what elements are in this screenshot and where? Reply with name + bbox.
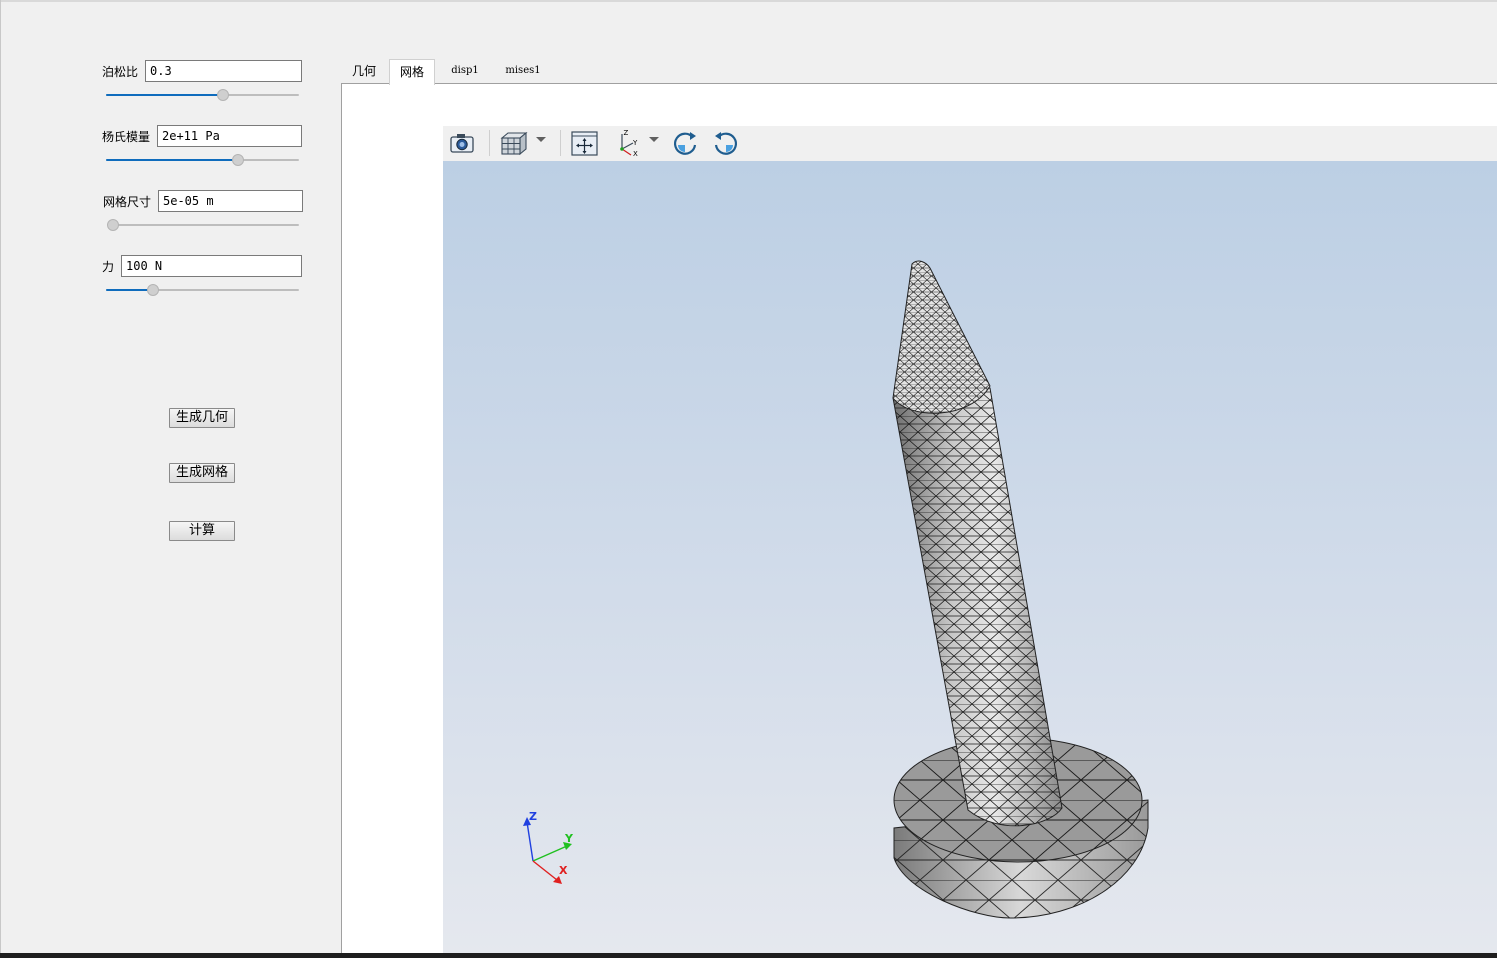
axes-orientation-icon[interactable]: Z Y X	[614, 129, 644, 158]
young-modulus-input[interactable]: 2e+11 Pa	[157, 125, 302, 147]
slider-fill	[106, 94, 218, 96]
slider-groove	[108, 224, 299, 226]
young-modulus-label: 杨氏模量	[102, 130, 151, 144]
poisson-slider[interactable]	[106, 89, 299, 101]
slider-handle[interactable]	[232, 154, 244, 166]
slider-fill	[106, 159, 233, 161]
svg-text:X: X	[633, 150, 638, 157]
mesh-shaft	[892, 387, 1063, 827]
svg-text:Z: Z	[624, 129, 629, 137]
axis-y-label: Y	[564, 832, 574, 845]
slider-handle[interactable]	[147, 284, 159, 296]
slider-fill	[106, 289, 148, 291]
tab-mesh[interactable]: 网格	[389, 59, 435, 85]
rotate-clockwise-icon[interactable]	[670, 129, 700, 157]
force-label: 力	[102, 260, 115, 274]
rotate-counterclockwise-icon[interactable]	[711, 129, 741, 157]
axis-x-label: X	[559, 864, 568, 877]
generate-geometry-button[interactable]: 生成几何	[169, 408, 235, 428]
toolbar-separator	[489, 130, 490, 156]
window-bottom-border	[0, 953, 1497, 958]
mesh-tip	[892, 260, 991, 414]
generate-mesh-button[interactable]: 生成网格	[169, 463, 235, 483]
svg-text:Y: Y	[632, 139, 638, 147]
axes-dropdown-icon[interactable]	[649, 137, 659, 142]
axes-triad: Z Y X	[523, 810, 574, 884]
poisson-label: 泊松比	[102, 65, 139, 79]
window-left-border	[0, 0, 1, 958]
compute-button[interactable]: 计算	[169, 521, 235, 541]
cube-view-dropdown-icon[interactable]	[536, 137, 546, 142]
mesh-size-label: 网格尺寸	[103, 195, 152, 209]
axis-z-label: Z	[529, 810, 537, 823]
fit-view-icon[interactable]	[569, 129, 599, 157]
slider-handle[interactable]	[107, 219, 119, 231]
camera-icon[interactable]	[447, 129, 477, 157]
mesh-3d-viewport[interactable]: Z Y X	[443, 161, 1497, 953]
young-modulus-slider[interactable]	[106, 154, 299, 166]
mesh-size-input[interactable]: 5e-05 m	[158, 190, 303, 212]
window-top-border	[0, 0, 1497, 2]
cube-view-icon[interactable]	[498, 129, 528, 157]
force-slider[interactable]	[106, 284, 299, 296]
poisson-input[interactable]: 0.3	[145, 60, 302, 82]
slider-handle[interactable]	[217, 89, 229, 101]
force-input[interactable]: 100 N	[121, 255, 302, 277]
nail-mesh-model	[892, 260, 1149, 919]
tab-disp1[interactable]: disp1	[442, 59, 488, 84]
toolbar-separator	[560, 130, 561, 156]
mesh-size-slider[interactable]	[107, 219, 299, 231]
viewer-toolbar: Z Y X	[443, 126, 1497, 162]
tab-mises1[interactable]: mises1	[497, 59, 549, 84]
tab-geometry[interactable]: 几何	[344, 59, 384, 84]
